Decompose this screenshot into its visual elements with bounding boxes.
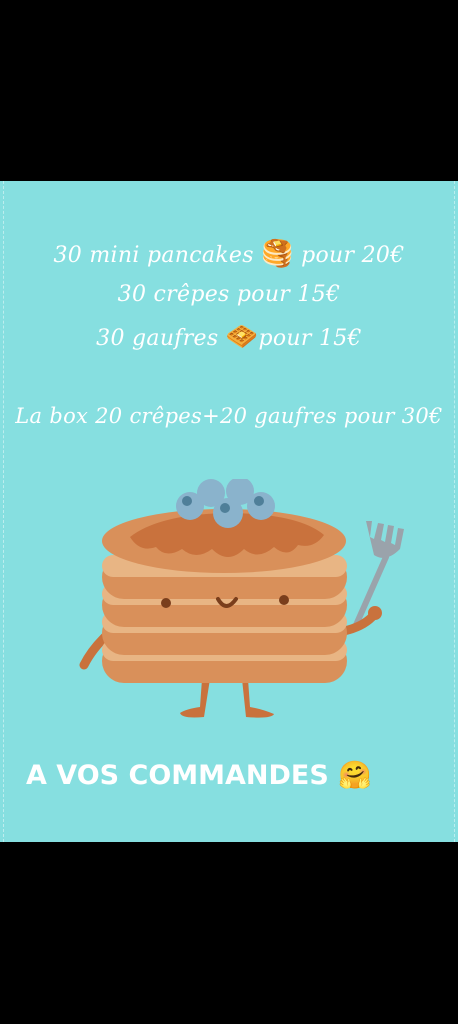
offer-text: 30 gaufres — [96, 326, 226, 351]
pancake-emoji-icon: 🥞 — [261, 239, 294, 269]
waffle-emoji-icon: 🧇 — [225, 322, 259, 352]
offer-price: pour 20€ — [293, 243, 405, 268]
hugging-face-emoji-icon: 🤗 — [338, 760, 372, 791]
right-leg — [242, 679, 274, 718]
cta-heading: A VOS COMMANDES 🤗 — [26, 759, 372, 791]
pancake-mascot-icon — [79, 479, 404, 718]
box-offer: La box 20 crêpes+20 gaufres pour 30€ — [15, 404, 443, 428]
offer-crepes: 30 crêpes pour 15€ — [0, 282, 458, 307]
offer-gaufres: 30 gaufres 🧇pour 15€ — [0, 322, 458, 352]
offer-price: pour 15€ — [258, 326, 362, 351]
offer-text: 30 mini pancakes — [53, 243, 262, 268]
offer-text: 30 crêpes pour 15€ — [117, 282, 341, 307]
left-leg — [180, 679, 210, 718]
offer-mini-pancakes: 30 mini pancakes 🥞 pour 20€ — [0, 239, 458, 269]
cta-text: A VOS COMMANDES — [26, 760, 339, 791]
flyer: 30 mini pancakes 🥞 pour 20€ 30 crêpes po… — [0, 181, 458, 842]
